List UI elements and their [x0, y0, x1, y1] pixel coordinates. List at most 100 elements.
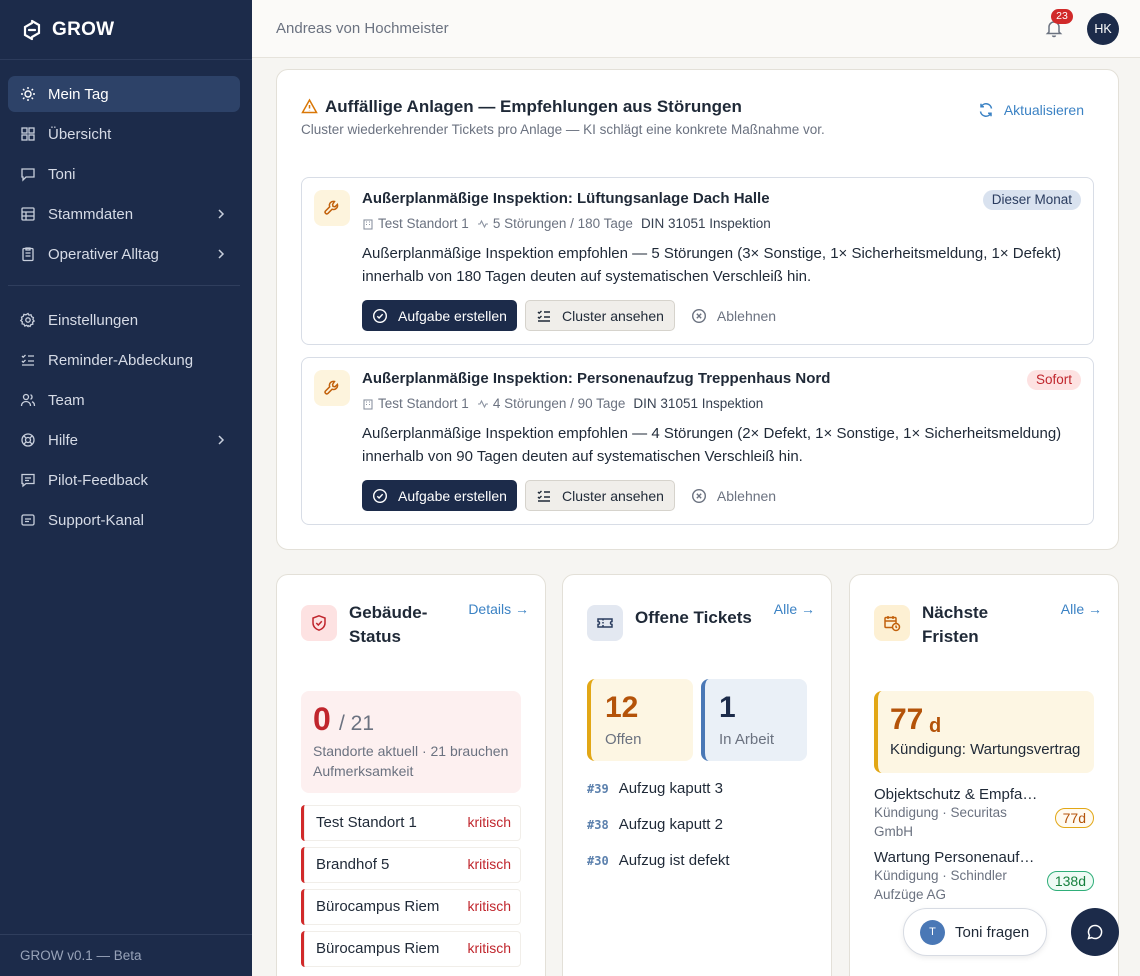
recommendation-actions: Aufgabe erstellen Cluster ansehen Ablehn… — [362, 300, 786, 331]
details-link[interactable]: Details → — [468, 601, 529, 617]
priority-badge: Sofort — [1026, 370, 1081, 390]
refresh-icon — [979, 103, 993, 117]
deadline-days-pill: 77d — [1054, 808, 1094, 828]
sidebar-item-stammdaten[interactable]: Stammdaten — [8, 196, 240, 232]
users-icon — [20, 392, 36, 408]
ticket-number: #30 — [587, 853, 609, 868]
site-state: kritisch — [467, 898, 511, 914]
sidebar-item-mein-tag[interactable]: Mein Tag — [8, 76, 240, 112]
deadline-item-sub: Kündigung · Schindler Aufzüge AG — [874, 868, 1007, 902]
site-name: Bürocampus Riem — [316, 940, 440, 957]
grow-logo-icon — [23, 19, 41, 40]
reject-button[interactable]: Ablehnen — [681, 480, 786, 511]
incident-count: 5 Störungen / 180 Tage — [492, 216, 633, 231]
deadline-days: 77 — [890, 703, 924, 736]
create-task-label: Aufgabe erstellen — [398, 307, 507, 324]
app-version: GROW v0.1 — Beta — [0, 934, 252, 976]
site-row[interactable]: Bürocampus Riem kritisch — [301, 931, 521, 967]
sidebar-item-einstellungen[interactable]: Einstellungen — [8, 302, 240, 338]
sidebar-item-label: Mein Tag — [48, 85, 109, 103]
in-progress-label: In Arbeit — [719, 731, 775, 748]
recommendation-meta: Test Standort 1 4 Störungen / 90 Tage DI… — [362, 396, 763, 411]
sidebar-item-label: Toni — [48, 165, 76, 183]
recommendation-card: Außerplanmäßige Inspektion: Personenaufz… — [301, 357, 1094, 525]
recommendation-meta: Test Standort 1 5 Störungen / 180 Tage D… — [362, 216, 771, 231]
notification-badge: 23 — [1051, 9, 1073, 24]
app-name: GROW — [52, 18, 115, 40]
sidebar-item-label: Hilfe — [48, 431, 79, 449]
sun-icon — [20, 86, 36, 102]
activity-icon — [477, 398, 489, 410]
ticket-row[interactable]: #38 Aufzug kaputt 2 — [587, 816, 723, 833]
sidebar-divider — [8, 285, 240, 286]
view-cluster-label: Cluster ansehen — [561, 487, 664, 504]
sidebar-item-support-kanal[interactable]: Support-Kanal — [8, 502, 240, 538]
next-deadline-highlight[interactable]: 77 d Kündigung: Wartungsvertrag — [874, 691, 1094, 773]
view-cluster-button[interactable]: Cluster ansehen — [524, 300, 675, 331]
ticket-icon — [587, 605, 623, 641]
view-cluster-button[interactable]: Cluster ansehen — [524, 480, 675, 511]
ticket-row[interactable]: #30 Aufzug ist defekt — [587, 852, 730, 869]
site-label: Test Standort 1 — [378, 216, 469, 231]
anlagen-subtitle: Cluster wiederkehrender Tickets pro Anla… — [301, 122, 825, 137]
check-circle-icon — [372, 488, 388, 503]
site-state: kritisch — [467, 856, 511, 872]
sidebar-item-pilot-feedback[interactable]: Pilot-Feedback — [8, 462, 240, 498]
building-icon — [362, 218, 374, 230]
x-circle-icon — [691, 308, 706, 323]
recommendation-text: Außerplanmäßige Inspektion empfohlen — 4… — [362, 425, 1062, 465]
incident-count: 4 Störungen / 90 Tage — [492, 396, 626, 411]
deadline-item-title: Wartung Personenaufzüge — [874, 849, 1038, 866]
wrench-icon — [314, 190, 350, 226]
norm-label: DIN 31051 Inspektion — [640, 216, 771, 231]
gear-icon — [20, 312, 36, 328]
site-name: Brandhof 5 — [316, 856, 390, 873]
sidebar-item-reminder-abdeckung[interactable]: Reminder-Abdeckung — [8, 342, 240, 378]
site-row[interactable]: Bürocampus Riem kritisch — [301, 889, 521, 925]
site-row[interactable]: Brandhof 5 kritisch — [301, 847, 521, 883]
alle-fristen-link[interactable]: Alle → — [1061, 601, 1102, 617]
database-icon — [20, 206, 36, 222]
sidebar-item-team[interactable]: Team — [8, 382, 240, 418]
sidebar-item-label: Support-Kanal — [48, 511, 144, 529]
chevron-right-icon — [218, 209, 225, 219]
anlagen-card: Auffällige Anlagen — Empfehlungen aus St… — [276, 69, 1119, 550]
calendar-clock-icon — [874, 605, 910, 641]
deadline-unit: d — [929, 715, 942, 737]
deadline-item-sub: Kündigung · Securitas GmbH — [874, 805, 1007, 839]
sidebar-item-hilfe[interactable]: Hilfe — [8, 422, 240, 458]
ticket-row[interactable]: #39 Aufzug kaputt 3 — [587, 780, 723, 797]
avatar[interactable]: HK — [1087, 13, 1119, 45]
user-name: Andreas von Hochmeister — [276, 20, 449, 37]
sidebar-item-toni[interactable]: Toni — [8, 156, 240, 192]
check-circle-icon — [372, 308, 388, 323]
warning-icon — [301, 98, 318, 115]
reject-label: Ablehnen — [716, 487, 777, 504]
site-row[interactable]: Test Standort 1 kritisch — [301, 805, 521, 841]
open-tickets-box[interactable]: 12 Offen — [587, 679, 693, 761]
refresh-label: Aktualisieren — [1003, 102, 1084, 118]
chevron-right-icon — [218, 435, 225, 445]
ticket-title: Aufzug kaputt 3 — [618, 780, 723, 797]
chat-button[interactable] — [1071, 908, 1119, 956]
lifebuoy-icon — [20, 432, 36, 448]
refresh-button[interactable]: Aktualisieren — [978, 102, 1084, 118]
alle-tickets-link[interactable]: Alle → — [774, 601, 815, 617]
in-progress-box[interactable]: 1 In Arbeit — [701, 679, 807, 761]
topbar: Andreas von Hochmeister 23 HK — [252, 0, 1140, 58]
offene-tickets-title: Offene Tickets — [635, 608, 752, 627]
chat-icon — [20, 166, 36, 182]
recommendation-title: Außerplanmäßige Inspektion: Lüftungsanla… — [362, 190, 770, 207]
sidebar-item-operativer-alltag[interactable]: Operativer Alltag — [8, 236, 240, 272]
create-task-button[interactable]: Aufgabe erstellen — [362, 480, 517, 511]
ask-toni-button[interactable]: T Toni fragen — [903, 908, 1047, 956]
logo[interactable]: GROW — [0, 0, 252, 60]
reject-button[interactable]: Ablehnen — [681, 300, 786, 331]
recommendation-card: Außerplanmäßige Inspektion: Lüftungsanla… — [301, 177, 1094, 345]
create-task-button[interactable]: Aufgabe erstellen — [362, 300, 517, 331]
shield-icon — [301, 605, 337, 641]
sidebar-item-uebersicht[interactable]: Übersicht — [8, 116, 240, 152]
deadline-item[interactable]: Wartung Personenaufzüge Kündigung · Schi… — [874, 849, 1094, 904]
sidebar-item-label: Reminder-Abdeckung — [48, 351, 194, 369]
deadline-item[interactable]: Objektschutz & Empfangsdienst Kündigung … — [874, 786, 1094, 841]
